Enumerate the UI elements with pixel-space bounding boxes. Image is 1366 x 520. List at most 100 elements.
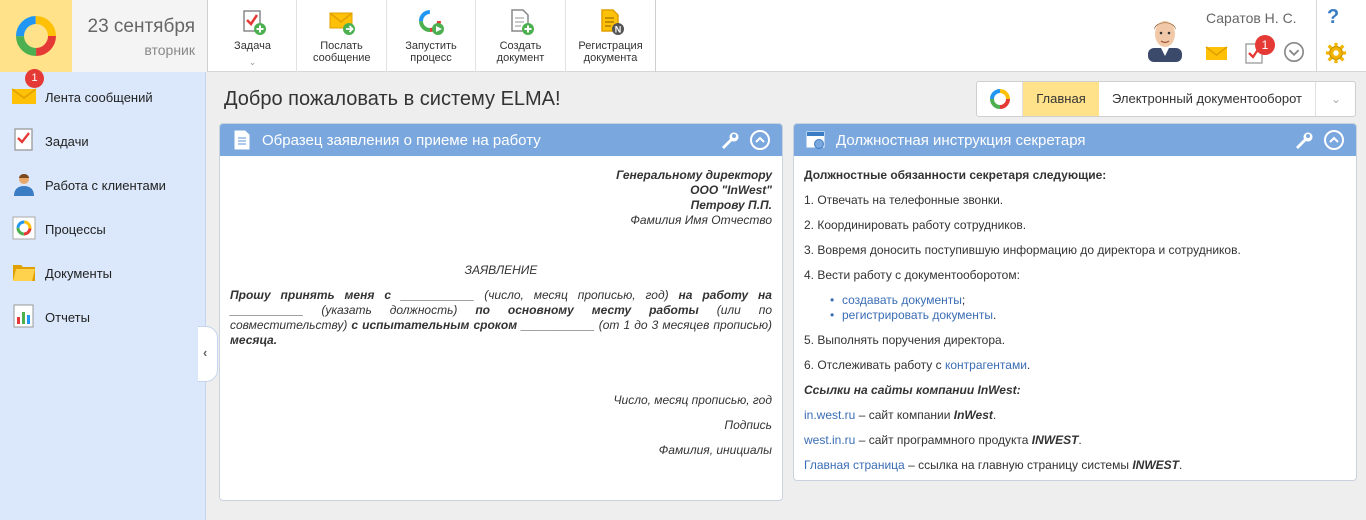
send-message-button[interactable]: Послать сообщение — [297, 0, 387, 72]
link-desc-end: . — [1178, 458, 1183, 472]
chevron-up-icon — [755, 136, 765, 143]
document-add-icon — [510, 9, 534, 35]
elma-logo-icon — [16, 16, 56, 56]
elma-logo[interactable] — [0, 0, 72, 72]
subitem-end: ; — [961, 293, 966, 307]
portlet-job-description: Должностная инструкция секретаря Должнос… — [793, 123, 1357, 481]
link-desc-bold: INWEST — [1132, 458, 1179, 472]
gear-icon[interactable] — [1324, 42, 1348, 64]
html-page-icon — [806, 131, 825, 149]
report-chart-icon — [13, 304, 34, 328]
contractors-link[interactable]: контрагентами — [945, 358, 1027, 372]
message-send-icon — [329, 12, 355, 35]
chevron-up-icon — [1329, 136, 1339, 143]
create-document-button[interactable]: Создать документ — [476, 0, 566, 72]
sidebar-collapse-handle[interactable]: ‹ — [198, 326, 218, 382]
new-task-button[interactable]: Задача ⌄ — [209, 0, 297, 72]
page-title: Добро пожаловать в систему ELMA! — [224, 88, 561, 110]
tab-electronic-docflow[interactable]: Электронный документооборот — [1099, 82, 1315, 116]
body-text: с испытательным сроком ___________ — [351, 318, 595, 332]
addressee-line: Генеральному директору — [616, 168, 772, 182]
tabs-more-button[interactable]: ⌄ — [1315, 82, 1356, 116]
date-day: 23 сентября — [87, 16, 196, 37]
link-desc-bold: INWEST — [1031, 433, 1079, 447]
home-link-row: Главная страница – ссылка на главную стр… — [804, 458, 1346, 472]
home-page-link[interactable]: Главная страница — [804, 458, 905, 472]
document-register-icon: N — [600, 9, 624, 35]
collapse-portlet-button[interactable] — [1324, 130, 1344, 150]
wrench-icon[interactable] — [720, 130, 740, 150]
duty-item: 3. Вовремя доносить поступившую информац… — [804, 243, 1241, 257]
user-name[interactable]: Саратов Н. С. — [1206, 10, 1297, 26]
header-divider — [1316, 0, 1317, 72]
duty-item: 5. Выполнять поручения директора. — [804, 333, 1006, 347]
chevron-down-icon[interactable]: ⌄ — [249, 57, 257, 68]
elma-logo-icon — [990, 89, 1010, 109]
client-user-icon — [14, 174, 34, 196]
collapse-portlet-button[interactable] — [750, 130, 770, 150]
duty-item: 4. Вести работу с документооборотом: — [804, 268, 1020, 282]
application-body: Прошу принять меня с ___________ (число,… — [230, 288, 772, 348]
body-hint: (число, месяц прописью, год) — [474, 288, 679, 302]
sidebar-item-reports[interactable]: Отчеты — [0, 294, 205, 338]
chevron-down-icon: ⌄ — [1330, 92, 1342, 106]
tab-logo[interactable] — [977, 82, 1023, 116]
sidebar-item-clients[interactable]: Работа с клиентами — [0, 162, 205, 206]
company-site-link[interactable]: in.west.ru — [804, 408, 855, 422]
applicant-name-hint: Фамилия Имя Отчество — [630, 213, 772, 227]
page-tabs: Главная Электронный документооборот ⌄ — [976, 81, 1356, 117]
addressee-company: ООО "InWest" — [690, 183, 772, 197]
toolbar-divider — [655, 0, 656, 72]
body-text: Прошу принять меня с ___________ — [230, 288, 475, 302]
sidebar-item-label: Задачи — [45, 134, 89, 149]
create-documents-link[interactable]: создавать документы — [842, 293, 962, 307]
portlet-title: Образец заявления о приеме на работу — [262, 132, 541, 149]
link-desc: – ссылка на главную страницу системы — [904, 458, 1133, 472]
sidebar-item-documents[interactable]: Документы — [0, 250, 205, 294]
start-process-label: Запустить процесс — [405, 40, 457, 64]
link-desc-end: . — [1078, 433, 1082, 447]
signature-name-hint: Фамилия, инициалы — [658, 443, 772, 457]
process-start-icon — [419, 10, 444, 35]
register-document-label: Регистрация документа — [578, 40, 643, 64]
sidebar-item-label: Работа с клиентами — [45, 178, 166, 193]
links-heading: Ссылки на сайты компании InWest: — [804, 383, 1021, 397]
process-icon — [12, 216, 36, 240]
product-site-link[interactable]: west.in.ru — [804, 433, 855, 447]
sidebar-item-processes[interactable]: Процессы — [0, 206, 205, 250]
duty-end: . — [1026, 358, 1031, 372]
task-add-icon — [242, 10, 266, 35]
duty-subitem-row: создавать документы; — [830, 293, 966, 307]
sidebar-item-tasks[interactable]: Задачи — [0, 118, 205, 162]
tab-main[interactable]: Главная — [1023, 82, 1099, 116]
body-hint: (указать должность) — [303, 303, 476, 317]
product-link-row: west.in.ru – сайт программного продукта … — [804, 433, 1346, 447]
body-text: по основному месту работы — [475, 303, 699, 317]
body-text: месяца. — [230, 333, 278, 347]
start-process-button[interactable]: Запустить процесс — [387, 0, 476, 72]
new-task-label: Задача — [234, 40, 271, 52]
user-avatar[interactable] — [1144, 12, 1186, 62]
sidebar-tasks-badge: 1 — [25, 69, 44, 88]
portlet-application-template: Образец заявления о приеме на работу Ген… — [219, 123, 783, 501]
signature-date-hint: Число, месяц прописью, год — [613, 393, 772, 407]
tasks-count-badge: 1 — [1255, 35, 1275, 55]
duty-item: 6. Отслеживать работу с контрагентами. — [804, 358, 1346, 372]
messages-icon[interactable] — [1205, 42, 1229, 64]
tasks-icon — [14, 128, 33, 151]
register-documents-link[interactable]: регистрировать документы — [842, 308, 993, 322]
wrench-icon[interactable] — [1294, 130, 1314, 150]
chevron-down-circle-icon[interactable] — [1282, 41, 1306, 63]
duties-intro: Должностные обязанности секретаря следую… — [804, 168, 1107, 182]
sidebar-item-label: Лента сообщений — [45, 90, 153, 105]
date-weekday: вторник — [144, 42, 195, 58]
sidebar-item-label: Документы — [45, 266, 113, 281]
company-link-row: in.west.ru – сайт компании InWest. — [804, 408, 1346, 422]
duty-item: 2. Координировать работу сотрудников. — [804, 218, 1027, 232]
help-icon[interactable]: ? — [1327, 6, 1339, 29]
link-desc-bold: InWest — [953, 408, 993, 422]
portlet-header: Образец заявления о приеме на работу — [220, 124, 782, 156]
link-desc: – сайт компании — [855, 408, 954, 422]
duty-text: 6. Отслеживать работу с — [804, 358, 945, 372]
register-document-button[interactable]: N Регистрация документа — [566, 0, 655, 72]
